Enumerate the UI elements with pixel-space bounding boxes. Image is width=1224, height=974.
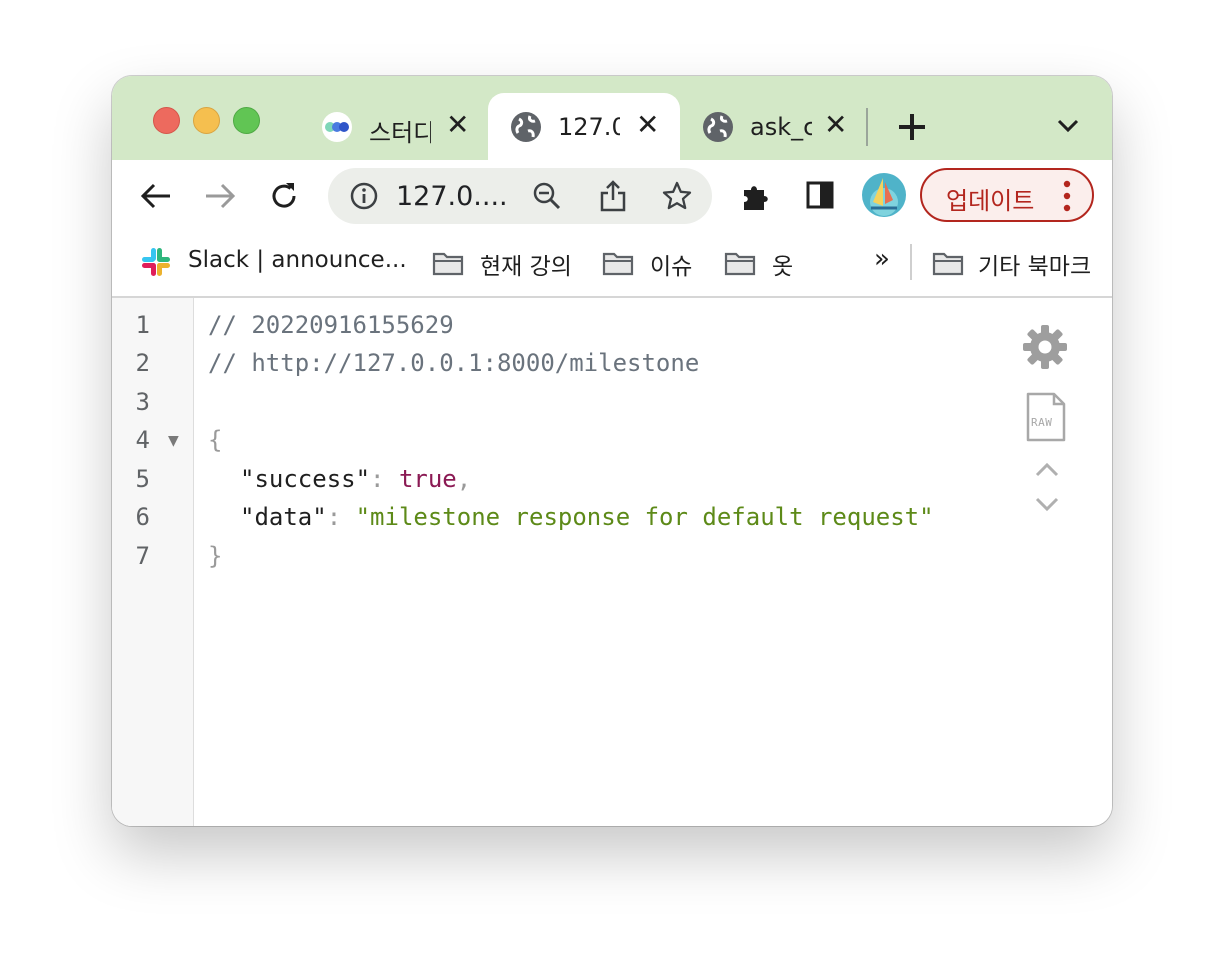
tab-localhost[interactable]: 127.0 ✕	[488, 93, 680, 160]
bookmarks-bar: Slack | announce... 현재 강의 이슈 옷 » 기타 북마크	[112, 232, 1112, 298]
expand-all-chevron-down-icon[interactable]	[1034, 496, 1060, 512]
raw-view-button[interactable]: RAW	[1026, 392, 1066, 442]
browser-window: 스터디 ✕ 127.0 ✕ ask_c ✕ 127.0.... 업데이트 Sla…	[112, 76, 1112, 826]
tab-separator	[866, 108, 868, 146]
code-line-4: {	[208, 426, 222, 454]
tab-study[interactable]: 스터디 ✕	[312, 93, 482, 160]
new-tab-plus-icon[interactable]	[898, 113, 926, 141]
globe-icon	[511, 112, 541, 142]
bookmark-folder-issue-label: 이슈	[650, 254, 693, 280]
json-value-success: true	[398, 465, 457, 493]
tab-ask-close-icon[interactable]: ✕	[824, 111, 847, 139]
json-key-success: "success"	[240, 465, 371, 493]
colon: :	[370, 465, 399, 493]
open-brace: {	[208, 426, 223, 454]
bookmarks-overflow-chevron[interactable]: »	[874, 244, 890, 274]
raw-label: RAW	[1031, 416, 1053, 429]
profile-avatar[interactable]	[861, 172, 907, 218]
more-menu-icon[interactable]	[1062, 180, 1072, 212]
bookmark-folder-current-lecture-label: 현재 강의	[480, 254, 572, 280]
comment-url: // http://127.0.0.1:8000/milestone	[208, 349, 700, 377]
tab-localhost-label: 127.0	[558, 113, 620, 141]
bookmark-slack-label: Slack | announce...	[188, 247, 407, 273]
reload-icon[interactable]	[268, 180, 300, 212]
bookmark-folder-clothes-label: 옷	[772, 254, 794, 280]
forward-arrow-icon[interactable]	[204, 182, 236, 210]
tab-search-chevron-down-icon[interactable]	[1056, 118, 1080, 134]
comma: ,	[456, 465, 472, 493]
line-number: 1	[135, 311, 150, 339]
json-viewer: 1 2 3 4 ▼ 5 6 7 // 20220916155629 // htt…	[112, 298, 1112, 826]
tab-localhost-close-icon[interactable]: ✕	[636, 111, 659, 139]
slack-icon	[142, 248, 170, 276]
url-text[interactable]: 127.0....	[396, 181, 508, 212]
line-number: 6	[135, 503, 150, 531]
line-number: 2	[135, 349, 150, 377]
extensions-puzzle-icon[interactable]	[740, 180, 772, 212]
comment-timestamp: // 20220916155629	[208, 311, 454, 339]
address-bar[interactable]: 127.0....	[328, 168, 712, 224]
code-line-7: }	[208, 542, 222, 570]
close-window-button[interactable]	[153, 107, 180, 134]
zoom-window-button[interactable]	[233, 107, 260, 134]
json-key-data: "data"	[240, 503, 327, 531]
close-brace: }	[208, 542, 223, 570]
bookmarks-separator	[910, 244, 912, 280]
update-button[interactable]: 업데이트	[920, 168, 1094, 222]
update-button-label: 업데이트	[946, 187, 1035, 215]
folder-icon	[724, 252, 756, 276]
code-line-2: // http://127.0.0.1:8000/milestone	[208, 349, 699, 377]
side-panel-icon[interactable]	[806, 181, 834, 209]
fold-toggle-icon[interactable]: ▼	[168, 433, 179, 449]
folder-icon	[602, 252, 634, 276]
info-icon[interactable]	[350, 182, 378, 210]
zoom-out-icon[interactable]	[533, 182, 561, 210]
json-value-data: "milestone response for default request"	[355, 503, 934, 531]
line-number-gutter: 1 2 3 4 ▼ 5 6 7	[112, 298, 194, 826]
line-number: 3	[135, 388, 150, 416]
tab-study-label: 스터디	[369, 119, 431, 147]
minimize-window-button[interactable]	[193, 107, 220, 134]
bookmark-folder-other-label: 기타 북마크	[978, 254, 1092, 280]
line-number: 5	[135, 465, 150, 493]
tab-ask-label: ask_c	[750, 113, 812, 141]
line-number: 7	[135, 542, 150, 570]
line-number: 4	[135, 426, 150, 454]
bookmark-star-icon[interactable]	[662, 181, 692, 211]
folder-icon	[932, 252, 964, 276]
study-favicon	[322, 112, 352, 142]
colon: :	[326, 503, 356, 531]
settings-gear-icon[interactable]	[1022, 324, 1068, 370]
folder-icon	[432, 252, 464, 276]
code-line-1: // 20220916155629	[208, 311, 454, 339]
tab-strip: 스터디 ✕ 127.0 ✕ ask_c ✕	[112, 76, 1112, 160]
code-line-6: "data": "milestone response for default …	[240, 503, 934, 531]
tab-ask[interactable]: ask_c ✕	[690, 93, 860, 160]
share-icon[interactable]	[599, 180, 627, 212]
globe-icon	[703, 112, 733, 142]
toolbar: 127.0.... 업데이트	[112, 160, 1112, 232]
collapse-all-chevron-up-icon[interactable]	[1034, 462, 1060, 478]
tab-study-close-icon[interactable]: ✕	[446, 111, 469, 139]
back-arrow-icon[interactable]	[140, 182, 172, 210]
code-line-5: "success": true,	[240, 465, 471, 493]
